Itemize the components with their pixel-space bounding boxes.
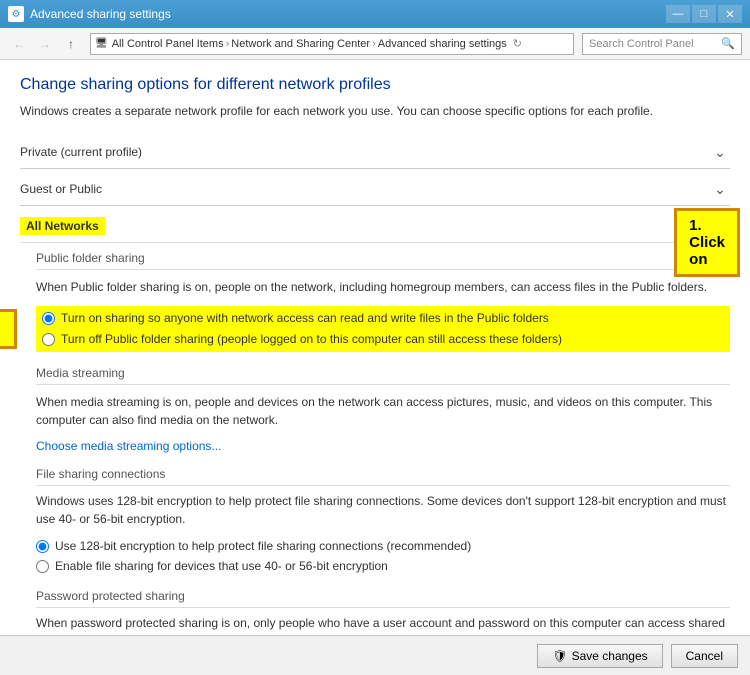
public-folder-radio-1[interactable] bbox=[42, 333, 55, 346]
page-description: Windows creates a separate network profi… bbox=[20, 102, 730, 120]
guest-expand-icon: ⌄ bbox=[710, 179, 730, 199]
guest-profile-section: Guest or Public ⌄ bbox=[20, 173, 730, 206]
public-folder-options: Turn on sharing so anyone with network a… bbox=[36, 306, 730, 352]
file-sharing-option-0-label: Use 128-bit encryption to help protect f… bbox=[55, 538, 471, 555]
all-networks-content: Public folder sharing When Public folder… bbox=[20, 242, 730, 635]
public-folder-title: Public folder sharing bbox=[36, 251, 730, 270]
file-sharing-section: File sharing connections Windows uses 12… bbox=[36, 467, 730, 576]
all-networks-label: All Networks bbox=[20, 217, 105, 235]
breadcrumb-item-3: Advanced sharing settings bbox=[378, 38, 507, 50]
click-on-badge: 1. Click on bbox=[674, 208, 740, 277]
save-icon: 🛡 bbox=[552, 649, 567, 663]
navigation-bar: ← → ↑ 🖥 All Control Panel Items › Networ… bbox=[0, 28, 750, 60]
save-label: Save changes bbox=[572, 649, 648, 663]
media-streaming-title: Media streaming bbox=[36, 366, 730, 385]
public-folder-description: When Public folder sharing is on, people… bbox=[36, 278, 730, 296]
turn-on-badge: 2. Turn On or Off bbox=[0, 309, 17, 349]
breadcrumb-sep-2: › bbox=[372, 38, 376, 50]
public-folder-option-0[interactable]: Turn on sharing so anyone with network a… bbox=[42, 310, 724, 327]
maximize-button[interactable]: □ bbox=[692, 5, 716, 23]
password-sharing-title: Password protected sharing bbox=[36, 589, 730, 608]
file-sharing-option-0[interactable]: Use 128-bit encryption to help protect f… bbox=[36, 538, 730, 555]
up-button[interactable]: ↑ bbox=[60, 33, 82, 55]
breadcrumb-item-1[interactable]: All Control Panel Items bbox=[112, 38, 224, 50]
public-folder-section: Public folder sharing When Public folder… bbox=[36, 251, 730, 352]
private-profile-section: Private (current profile) ⌄ bbox=[20, 136, 730, 169]
file-sharing-option-1-label: Enable file sharing for devices that use… bbox=[55, 558, 388, 575]
media-streaming-link[interactable]: Choose media streaming options... bbox=[36, 439, 221, 453]
search-placeholder: Search Control Panel bbox=[589, 38, 694, 50]
window-title: Advanced sharing settings bbox=[30, 7, 666, 21]
save-button[interactable]: 🛡 Save changes bbox=[537, 644, 662, 668]
password-sharing-section: Password protected sharing When password… bbox=[36, 589, 730, 635]
window-controls: — □ ✕ bbox=[666, 5, 742, 23]
page-title: Change sharing options for different net… bbox=[20, 76, 730, 94]
private-profile-label: Private (current profile) bbox=[20, 145, 142, 159]
search-icon: 🔍 bbox=[721, 37, 735, 50]
search-box[interactable]: Search Control Panel 🔍 bbox=[582, 33, 742, 55]
file-sharing-option-1[interactable]: Enable file sharing for devices that use… bbox=[36, 558, 730, 575]
password-sharing-description: When password protected sharing is on, o… bbox=[36, 614, 730, 635]
public-folder-options-wrapper: 2. Turn On or Off Turn on sharing so any… bbox=[36, 306, 730, 352]
cancel-button[interactable]: Cancel bbox=[671, 644, 738, 668]
all-networks-section: All Networks ⌃ 1. Click on Public folder… bbox=[20, 210, 730, 635]
address-bar[interactable]: 🖥 All Control Panel Items › Network and … bbox=[90, 33, 574, 55]
breadcrumb: All Control Panel Items › Network and Sh… bbox=[112, 38, 507, 50]
close-button[interactable]: ✕ bbox=[718, 5, 742, 23]
file-sharing-title: File sharing connections bbox=[36, 467, 730, 486]
breadcrumb-item-2[interactable]: Network and Sharing Center bbox=[231, 38, 370, 50]
public-folder-option-0-label: Turn on sharing so anyone with network a… bbox=[61, 310, 549, 327]
forward-button[interactable]: → bbox=[34, 33, 56, 55]
minimize-button[interactable]: — bbox=[666, 5, 690, 23]
file-sharing-options: Use 128-bit encryption to help protect f… bbox=[36, 538, 730, 576]
file-sharing-radio-1[interactable] bbox=[36, 560, 49, 573]
file-sharing-radio-0[interactable] bbox=[36, 540, 49, 553]
media-streaming-section: Media streaming When media streaming is … bbox=[36, 366, 730, 453]
back-button[interactable]: ← bbox=[8, 33, 30, 55]
all-networks-header[interactable]: All Networks ⌃ 1. Click on bbox=[20, 210, 730, 242]
bottom-bar: 🛡 Save changes Cancel bbox=[0, 635, 750, 675]
guest-profile-header[interactable]: Guest or Public ⌄ bbox=[20, 173, 730, 205]
address-icon: 🖥 bbox=[95, 38, 108, 49]
title-bar: ⚙ Advanced sharing settings — □ ✕ bbox=[0, 0, 750, 28]
window-icon: ⚙ bbox=[8, 6, 24, 22]
refresh-icon[interactable]: ↻ bbox=[513, 37, 522, 50]
public-folder-option-1-label: Turn off Public folder sharing (people l… bbox=[61, 331, 562, 348]
guest-profile-label: Guest or Public bbox=[20, 182, 102, 196]
breadcrumb-sep-1: › bbox=[226, 38, 230, 50]
private-profile-header[interactable]: Private (current profile) ⌄ bbox=[20, 136, 730, 168]
file-sharing-description: Windows uses 128-bit encryption to help … bbox=[36, 492, 730, 528]
content-area: Change sharing options for different net… bbox=[0, 60, 750, 635]
private-expand-icon: ⌄ bbox=[710, 142, 730, 162]
public-folder-radio-0[interactable] bbox=[42, 312, 55, 325]
media-streaming-description: When media streaming is on, people and d… bbox=[36, 393, 730, 429]
main-content: Change sharing options for different net… bbox=[0, 60, 750, 675]
public-folder-option-1[interactable]: Turn off Public folder sharing (people l… bbox=[42, 331, 724, 348]
